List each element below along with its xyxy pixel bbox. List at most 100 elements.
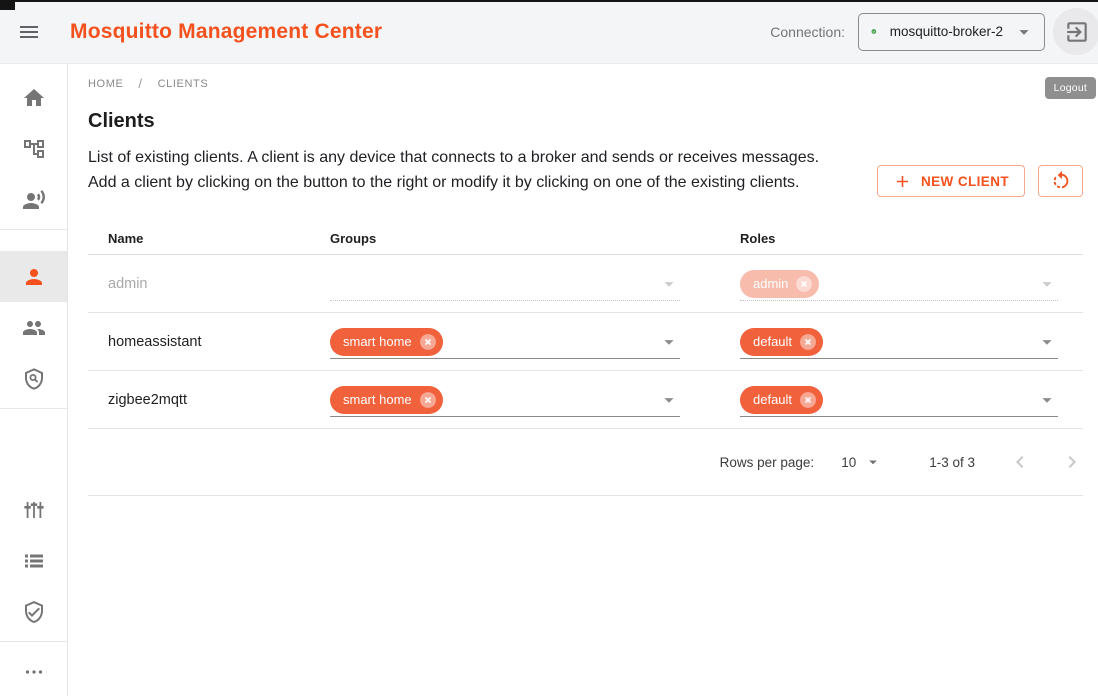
- chevron-right-icon: [1060, 450, 1084, 474]
- roles-select[interactable]: default: [740, 384, 1058, 417]
- rows-per-page-value: 10: [841, 455, 856, 470]
- page-actions: NEW CLIENT: [877, 145, 1083, 197]
- shield-check-icon: [22, 600, 46, 624]
- sidebar-item-broadcast[interactable]: [0, 174, 67, 225]
- column-header-name: Name: [88, 231, 330, 246]
- sidebar-item-more[interactable]: [0, 646, 67, 696]
- chip-remove-icon[interactable]: [794, 274, 814, 294]
- column-header-groups: Groups: [330, 231, 740, 246]
- hamburger-icon: [17, 20, 41, 44]
- chevron-down-icon: [658, 273, 680, 295]
- breadcrumb-clients: CLIENTS: [158, 78, 209, 90]
- previous-page-button[interactable]: [1003, 445, 1037, 479]
- client-name-cell: zigbee2mqtt: [88, 371, 330, 428]
- sidebar-item-clients[interactable]: [0, 251, 67, 302]
- next-page-button[interactable]: [1055, 445, 1089, 479]
- groups-cell: smart home: [330, 313, 740, 370]
- roles-cell: admin: [740, 255, 1083, 312]
- chevron-down-icon: [1036, 273, 1058, 295]
- sidebar: [0, 64, 68, 696]
- roles-select[interactable]: admin: [740, 268, 1058, 301]
- breadcrumb-separator: /: [138, 76, 142, 91]
- group-chip[interactable]: smart home: [330, 328, 443, 356]
- page-title: Clients: [88, 110, 1083, 133]
- connection-value: mosquitto-broker-2: [890, 24, 1003, 39]
- table-row[interactable]: zigbee2mqttsmart home default: [88, 371, 1083, 429]
- table-row[interactable]: admin admin: [88, 255, 1083, 313]
- column-header-roles: Roles: [740, 231, 1083, 246]
- pagination: Rows per page: 10 1-3 of 3: [88, 429, 1083, 496]
- app-bar: Mosquitto Management Center Connection: …: [0, 0, 1098, 64]
- group-chip[interactable]: smart home: [330, 386, 443, 414]
- sidebar-item-settings[interactable]: [0, 484, 67, 535]
- client-name-cell: homeassistant: [88, 313, 330, 370]
- sidebar-item-groups[interactable]: [0, 302, 67, 353]
- groups-cell: [330, 255, 740, 312]
- pagination-range: 1-3 of 3: [929, 455, 975, 470]
- role-chip[interactable]: default: [740, 328, 823, 356]
- groups-select[interactable]: [330, 268, 680, 301]
- sidebar-item-home[interactable]: [0, 72, 67, 123]
- rows-per-page-select[interactable]: 10: [841, 453, 882, 471]
- groups-select[interactable]: smart home: [330, 384, 680, 417]
- roles-select[interactable]: default: [740, 326, 1058, 359]
- page-description: List of existing clients. A client is an…: [88, 145, 836, 197]
- main-content: Logout HOME / CLIENTS Clients List of ex…: [68, 64, 1098, 696]
- sidebar-divider: [0, 408, 67, 409]
- new-client-button[interactable]: NEW CLIENT: [877, 165, 1025, 197]
- sidebar-spacer: [0, 413, 67, 476]
- description-row: List of existing clients. A client is an…: [88, 145, 1083, 197]
- sidebar-item-logs[interactable]: [0, 535, 67, 586]
- chevron-down-icon: [1013, 21, 1035, 43]
- sidebar-item-roles[interactable]: [0, 353, 67, 404]
- chevron-left-icon: [1008, 450, 1032, 474]
- sidebar-divider: [0, 641, 67, 642]
- plus-icon: [893, 172, 912, 191]
- chip-remove-icon[interactable]: [798, 390, 818, 410]
- menu-button[interactable]: [9, 12, 49, 52]
- table-body: adminadminhomeassistantsmart homedefault…: [88, 255, 1083, 429]
- client-name-cell: admin: [88, 255, 330, 312]
- chip-remove-icon[interactable]: [418, 390, 438, 410]
- logout-button[interactable]: [1053, 8, 1098, 55]
- refresh-button[interactable]: [1038, 165, 1083, 197]
- exit-to-app-icon: [1064, 19, 1090, 45]
- chevron-down-icon: [864, 453, 882, 471]
- people-icon: [22, 316, 46, 340]
- connection-label: Connection:: [770, 24, 845, 40]
- new-client-label: NEW CLIENT: [921, 174, 1009, 189]
- connection-select[interactable]: mosquitto-broker-2: [858, 13, 1045, 51]
- table-row[interactable]: homeassistantsmart home default: [88, 313, 1083, 371]
- role-chip[interactable]: default: [740, 386, 823, 414]
- chevron-down-icon: [1036, 389, 1058, 411]
- roles-cell: default: [740, 371, 1083, 428]
- chevron-down-icon: [1036, 331, 1058, 353]
- check-circle-icon: [871, 21, 877, 42]
- topology-icon: [22, 137, 46, 161]
- sliders-icon: [22, 498, 46, 522]
- app-title: Mosquitto Management Center: [70, 20, 382, 44]
- role-chip[interactable]: admin: [740, 270, 819, 298]
- sidebar-group-2: [0, 234, 67, 404]
- roles-cell: default: [740, 313, 1083, 370]
- groups-select[interactable]: smart home: [330, 326, 680, 359]
- home-icon: [22, 86, 46, 110]
- breadcrumb-home[interactable]: HOME: [88, 78, 123, 90]
- sidebar-item-topology[interactable]: [0, 123, 67, 174]
- ellipsis-icon: [22, 660, 46, 684]
- policy-icon: [22, 367, 46, 391]
- breadcrumb: HOME / CLIENTS: [88, 76, 1083, 91]
- chip-remove-icon[interactable]: [418, 332, 438, 352]
- rows-per-page-label: Rows per page:: [720, 455, 815, 470]
- person-icon: [22, 265, 46, 289]
- window-corner: [0, 0, 15, 10]
- sidebar-item-security[interactable]: [0, 586, 67, 637]
- chip-remove-icon[interactable]: [798, 332, 818, 352]
- window-top-edge: [0, 0, 1098, 2]
- clients-table: Name Groups Roles adminadminhomeassistan…: [88, 222, 1083, 496]
- app-window: Mosquitto Management Center Connection: …: [0, 0, 1098, 696]
- table-header: Name Groups Roles: [88, 222, 1083, 255]
- record-voice-icon: [22, 188, 46, 212]
- list-icon: [22, 549, 46, 573]
- groups-cell: smart home: [330, 371, 740, 428]
